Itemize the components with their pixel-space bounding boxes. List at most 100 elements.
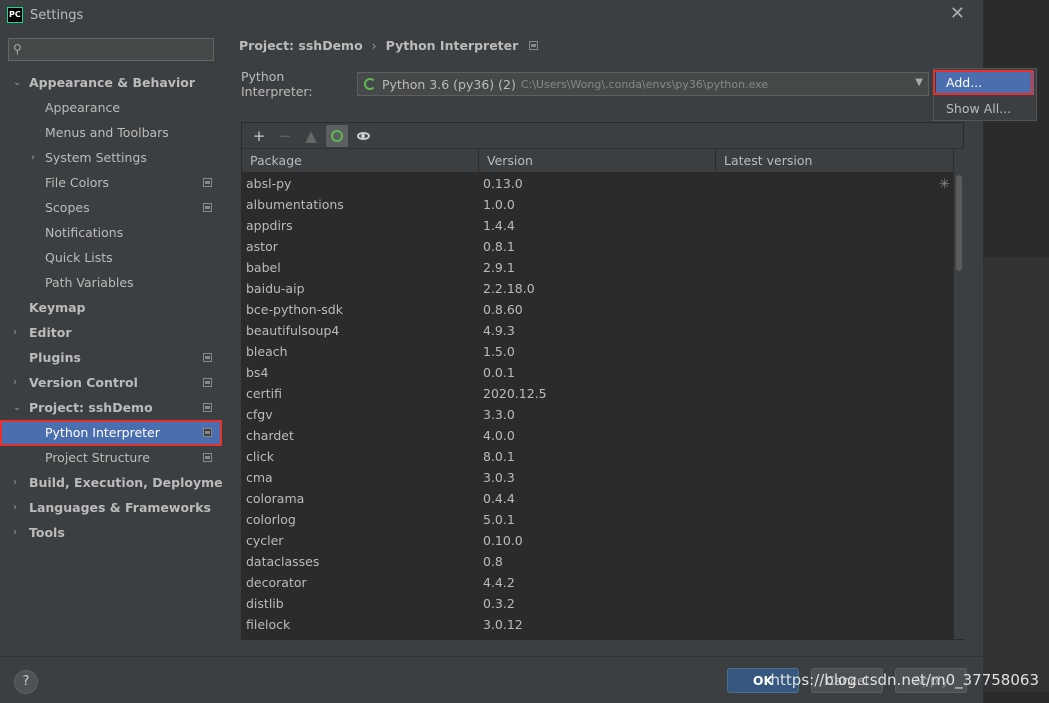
chevron-right-icon[interactable]: ›	[13, 370, 25, 395]
table-row[interactable]: bce-python-sdk 0.8.60	[242, 299, 954, 320]
show-all-menu-item[interactable]: Show All...	[934, 97, 1036, 121]
show-early-releases-icon[interactable]	[352, 125, 374, 147]
project-scope-icon	[203, 178, 212, 187]
chevron-right-icon[interactable]: ›	[31, 145, 43, 170]
add-interpreter-menu-item[interactable]: Add...	[936, 71, 1034, 95]
package-latest-version	[716, 425, 954, 446]
chevron-right-icon[interactable]: ›	[13, 470, 25, 495]
window-title: Settings	[30, 7, 84, 23]
package-name: appdirs	[246, 218, 293, 233]
remove-package-icon[interactable]: −	[274, 125, 296, 147]
sidebar-item-notifications[interactable]: Notifications	[0, 220, 222, 245]
table-row[interactable]: appdirs 1.4.4	[242, 215, 954, 236]
package-version: 0.8	[483, 554, 503, 569]
table-row[interactable]: babel 2.9.1	[242, 257, 954, 278]
table-row[interactable]: click 8.0.1	[242, 446, 954, 467]
table-row[interactable]: astor 0.8.1	[242, 236, 954, 257]
scrollbar-thumb[interactable]	[956, 175, 962, 271]
column-latest-version[interactable]: Latest version	[716, 149, 954, 172]
sidebar-item-plugins[interactable]: Plugins	[0, 345, 222, 370]
sidebar-item-label: Menus and Toolbars	[45, 125, 169, 140]
table-row[interactable]: beautifulsoup4 4.9.3	[242, 320, 954, 341]
chevron-right-icon[interactable]: ›	[13, 320, 25, 345]
package-version: 4.4.2	[483, 575, 515, 590]
sidebar-item-file-colors[interactable]: File Colors	[0, 170, 222, 195]
package-latest-version	[716, 299, 954, 320]
main-panel: Project: sshDemo › Python Interpreter Py…	[222, 30, 983, 656]
conda-toggle-icon[interactable]	[326, 124, 348, 147]
sidebar-item-system-settings[interactable]: › System Settings	[0, 145, 222, 170]
package-version: 0.10.0	[483, 533, 523, 548]
chevron-down-icon[interactable]: ⌄	[13, 70, 25, 95]
project-scope-icon	[203, 453, 212, 462]
sidebar-item-python-interpreter[interactable]: Python Interpreter	[0, 420, 222, 445]
sidebar-item-label: Plugins	[29, 350, 81, 365]
sidebar-item-version-control[interactable]: › Version Control	[0, 370, 222, 395]
add-package-icon[interactable]: +	[248, 125, 270, 147]
sidebar-item-tools[interactable]: › Tools	[0, 520, 222, 545]
table-row[interactable]: colorama 0.4.4	[242, 488, 954, 509]
sidebar-item-scopes[interactable]: Scopes	[0, 195, 222, 220]
table-row[interactable]: certifi 2020.12.5	[242, 383, 954, 404]
package-latest-version	[716, 383, 954, 404]
interpreter-label: Python Interpreter:	[241, 69, 313, 99]
sidebar-item-appearance-behavior[interactable]: ⌄ Appearance & Behavior	[0, 70, 222, 95]
project-scope-icon	[203, 353, 212, 362]
close-icon[interactable]: ✕	[950, 5, 965, 23]
table-row[interactable]: cycler 0.10.0	[242, 530, 954, 551]
table-row[interactable]: decorator 4.4.2	[242, 572, 954, 593]
sidebar-item-build-execution-deployment[interactable]: › Build, Execution, Deployment	[0, 470, 237, 495]
package-name: albumentations	[246, 197, 344, 212]
table-row[interactable]: colorlog 5.0.1	[242, 509, 954, 530]
table-row[interactable]: filelock 3.0.12	[242, 614, 954, 635]
sidebar-item-label: Build, Execution, Deployment	[29, 475, 238, 490]
sidebar-item-project-sshdemo[interactable]: ⌄ Project: sshDemo	[0, 395, 222, 420]
interpreter-name: Python 3.6 (py36) (2)	[382, 76, 516, 92]
package-latest-version	[716, 509, 954, 530]
sidebar-item-languages-frameworks[interactable]: › Languages & Frameworks	[0, 495, 222, 520]
table-row[interactable]: bs4 0.0.1	[242, 362, 954, 383]
sidebar-item-label: Languages & Frameworks	[29, 500, 211, 515]
package-name: cma	[246, 470, 273, 485]
interpreter-path: C:\Users\Wong\.conda\envs\py36\python.ex…	[520, 77, 769, 91]
table-row[interactable]: cfgv 3.3.0	[242, 404, 954, 425]
table-row[interactable]: bleach 1.5.0	[242, 341, 954, 362]
sidebar-item-keymap[interactable]: Keymap	[0, 295, 222, 320]
package-latest-version	[716, 278, 954, 299]
sidebar-item-label: Notifications	[45, 225, 124, 240]
chevron-right-icon[interactable]: ›	[13, 495, 25, 520]
table-row[interactable]: cma 3.0.3	[242, 467, 954, 488]
search-input[interactable]: ⚲	[8, 38, 214, 61]
search-icon: ⚲	[13, 42, 22, 56]
sidebar-item-quick-lists[interactable]: Quick Lists	[0, 245, 222, 270]
table-scrollbar[interactable]	[954, 149, 964, 639]
chevron-down-icon[interactable]: ▼	[915, 77, 923, 88]
upgrade-package-icon[interactable]: ▲	[300, 125, 322, 147]
help-button[interactable]: ?	[14, 670, 38, 694]
package-version: 1.4.4	[483, 218, 515, 233]
table-row[interactable]: dataclasses 0.8	[242, 551, 954, 572]
package-version: 5.0.1	[483, 512, 515, 527]
table-row[interactable]: albumentations 1.0.0	[242, 194, 954, 215]
chevron-right-icon[interactable]: ›	[13, 520, 25, 545]
package-name: bce-python-sdk	[246, 302, 343, 317]
packages-panel: + − ▲ Package Version Latest version abs…	[241, 122, 964, 640]
table-row[interactable]: baidu-aip 2.2.18.0	[242, 278, 954, 299]
package-latest-version	[716, 614, 954, 635]
table-row[interactable]: absl-py 0.13.0	[242, 173, 954, 194]
project-scope-icon	[203, 403, 212, 412]
sidebar-item-path-variables[interactable]: Path Variables	[0, 270, 222, 295]
chevron-down-icon[interactable]: ⌄	[13, 395, 25, 420]
column-package[interactable]: Package	[242, 149, 479, 172]
column-version[interactable]: Version	[479, 149, 716, 172]
sidebar-item-editor[interactable]: › Editor	[0, 320, 222, 345]
package-version: 4.9.3	[483, 323, 515, 338]
table-row[interactable]: chardet 4.0.0	[242, 425, 954, 446]
sidebar-item-menus-and-toolbars[interactable]: Menus and Toolbars	[0, 120, 222, 145]
sidebar-item-project-structure[interactable]: Project Structure	[0, 445, 222, 470]
interpreter-dropdown[interactable]: Python 3.6 (py36) (2) C:\Users\Wong\.con…	[357, 72, 929, 96]
table-row[interactable]: distlib 0.3.2	[242, 593, 954, 614]
sidebar-item-appearance[interactable]: Appearance	[0, 95, 222, 120]
package-latest-version	[716, 341, 954, 362]
breadcrumb-project: Project: sshDemo	[239, 37, 363, 53]
